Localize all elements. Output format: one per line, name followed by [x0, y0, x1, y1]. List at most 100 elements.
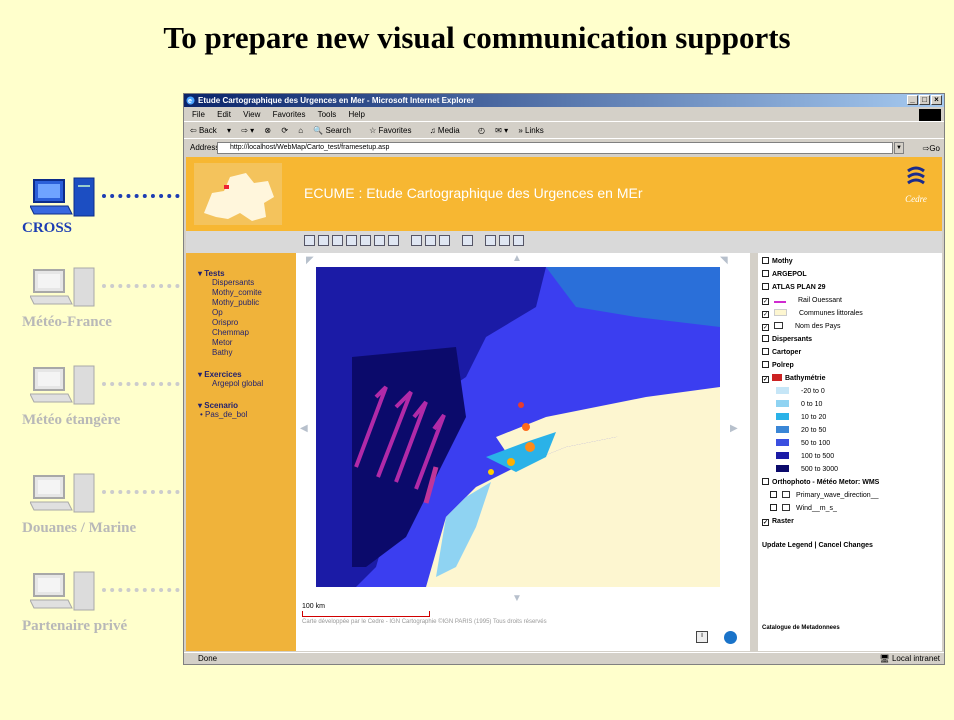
pan-south-icon[interactable]: ▼ [512, 593, 522, 604]
legend-layer[interactable]: Primary_wave_direction__ [762, 489, 942, 502]
tree-item[interactable]: Mothy_public [212, 298, 296, 308]
cancel-changes-link[interactable]: Cancel Changes [818, 542, 872, 549]
group-tests[interactable]: ▾ Tests [198, 269, 296, 278]
checkbox-checked[interactable]: ✓ [762, 324, 769, 331]
legend-layer[interactable]: ATLAS PLAN 29 [762, 281, 942, 294]
legend-layer[interactable]: Mothy [762, 255, 942, 268]
class-label: 500 to 3000 [801, 466, 838, 473]
search-button[interactable]: 🔍 Search [313, 126, 359, 135]
legend-layer[interactable]: Orthophoto - Météo Metor: WMS [762, 476, 942, 489]
checkbox[interactable] [762, 257, 769, 264]
menu-edit[interactable]: Edit [217, 110, 231, 119]
checkbox[interactable] [770, 504, 777, 511]
zoom-out-icon[interactable] [318, 235, 329, 246]
home-icon[interactable]: ⌂ [298, 126, 303, 135]
tree-item[interactable]: Orispro [212, 318, 296, 328]
print-icon[interactable] [485, 235, 496, 246]
swatch [776, 413, 789, 420]
cedre-logo: Cedre [896, 165, 936, 221]
update-legend-link[interactable]: Update Legend [762, 542, 813, 549]
forward-button[interactable]: ⇨ ▾ [241, 126, 254, 135]
tree-item[interactable]: Metor [212, 338, 296, 348]
tree-item[interactable]: Bathy [212, 348, 296, 358]
pan-northeast-icon[interactable]: ◥ [720, 255, 728, 266]
checkbox[interactable] [762, 283, 769, 290]
class-label: 10 to 20 [801, 414, 827, 421]
refresh-icon[interactable]: ⟳ [281, 126, 288, 135]
refresh-map-icon[interactable] [388, 235, 399, 246]
zoom-full-icon[interactable] [346, 235, 357, 246]
legend-layer[interactable]: Polrep [762, 359, 942, 372]
media-button[interactable]: ♫ Media [430, 126, 468, 135]
group-scenario[interactable]: ▾ Scenario [198, 401, 296, 410]
tree-item[interactable]: Mothy_comite [212, 288, 296, 298]
legend-layer[interactable]: ✓ Raster [762, 515, 942, 528]
pan-north-icon[interactable]: ▲ [512, 253, 522, 264]
legend-layer[interactable]: Cartoper [762, 346, 942, 359]
menu-help[interactable]: Help [349, 110, 365, 119]
menu-favorites[interactable]: Favorites [273, 110, 306, 119]
menu-file[interactable]: File [192, 110, 205, 119]
zoom-box-icon[interactable] [332, 235, 343, 246]
tree-item[interactable]: Pas_de_bol [200, 410, 296, 420]
cedre-logo-text: Cedre [905, 194, 927, 204]
close-icon[interactable]: × [931, 95, 942, 105]
class-label: -20 to 0 [801, 388, 825, 395]
measure-icon[interactable] [411, 235, 422, 246]
info-box-icon[interactable]: i [696, 631, 708, 643]
metadata-catalogue-label[interactable]: Catalogue de Metadonnees [762, 625, 840, 631]
zoom-in-icon[interactable] [304, 235, 315, 246]
address-input[interactable]: http://localhost/WebMap/Carto_test/frame… [217, 142, 893, 154]
checkbox[interactable] [770, 491, 777, 498]
legend-layer[interactable]: ✓ Bathymétrie [762, 372, 942, 385]
zone-label: Local intranet [891, 654, 940, 663]
legend-layer[interactable]: Wind__m_s_ [762, 502, 942, 515]
info-icon[interactable] [513, 235, 524, 246]
checkbox[interactable] [762, 335, 769, 342]
checkbox[interactable] [762, 478, 769, 485]
export-icon[interactable] [499, 235, 510, 246]
group-exercices[interactable]: ▾ Exercices [198, 370, 296, 379]
legend-layer[interactable]: ✓ Rail Ouessant [762, 294, 942, 307]
checkbox[interactable] [762, 270, 769, 277]
favorites-button[interactable]: ☆ Favorites [369, 126, 419, 135]
checkbox-checked[interactable]: ✓ [762, 298, 769, 305]
europe-map-icon [194, 163, 282, 225]
legend-layer[interactable]: ✓ Nom des Pays [762, 320, 942, 333]
checkbox[interactable] [762, 348, 769, 355]
mail-icon[interactable]: ✉ ▾ [495, 126, 508, 135]
maximize-icon[interactable]: □ [919, 95, 930, 105]
pan-east-icon[interactable]: ▶ [730, 423, 738, 434]
go-button[interactable]: ⇨Go [923, 141, 940, 157]
stop-icon[interactable]: ⊗ [264, 126, 271, 135]
binoculars-icon[interactable] [462, 235, 473, 246]
clear-select-icon[interactable] [439, 235, 450, 246]
menu-tools[interactable]: Tools [318, 110, 337, 119]
map-image[interactable] [316, 267, 720, 587]
tree-item[interactable]: Argepol global [212, 379, 296, 389]
checkbox-checked[interactable]: ✓ [762, 519, 769, 526]
history-icon[interactable]: ◴ [478, 126, 485, 135]
bathy-class: -20 to 0 [762, 385, 942, 398]
tree-item[interactable]: Dispersants [212, 278, 296, 288]
pan-northwest-icon[interactable]: ◤ [306, 255, 314, 266]
window-titlebar[interactable]: e Etude Cartographique des Urgences en M… [184, 94, 944, 107]
back-button[interactable]: ⇦ Back ▾ [190, 126, 231, 135]
links-button[interactable]: » Links [518, 126, 551, 135]
minimize-icon[interactable]: _ [907, 95, 918, 105]
menu-view[interactable]: View [243, 110, 260, 119]
legend-layer[interactable]: ✓ Communes littorales [762, 307, 942, 320]
tree-item[interactable]: Op [212, 308, 296, 318]
checkbox-checked[interactable]: ✓ [762, 311, 769, 318]
zoom-next-icon[interactable] [374, 235, 385, 246]
tree-item[interactable]: Chemmap [212, 328, 296, 338]
legend-layer[interactable]: Dispersants [762, 333, 942, 346]
zoom-previous-icon[interactable] [360, 235, 371, 246]
select-icon[interactable] [425, 235, 436, 246]
checkbox-checked[interactable]: ✓ [762, 376, 769, 383]
checkbox[interactable] [762, 361, 769, 368]
globe-icon[interactable] [724, 631, 737, 644]
chevron-down-icon[interactable]: ▼ [894, 142, 904, 154]
pan-west-icon[interactable]: ◀ [300, 423, 308, 434]
legend-layer[interactable]: ARGEPOL [762, 268, 942, 281]
